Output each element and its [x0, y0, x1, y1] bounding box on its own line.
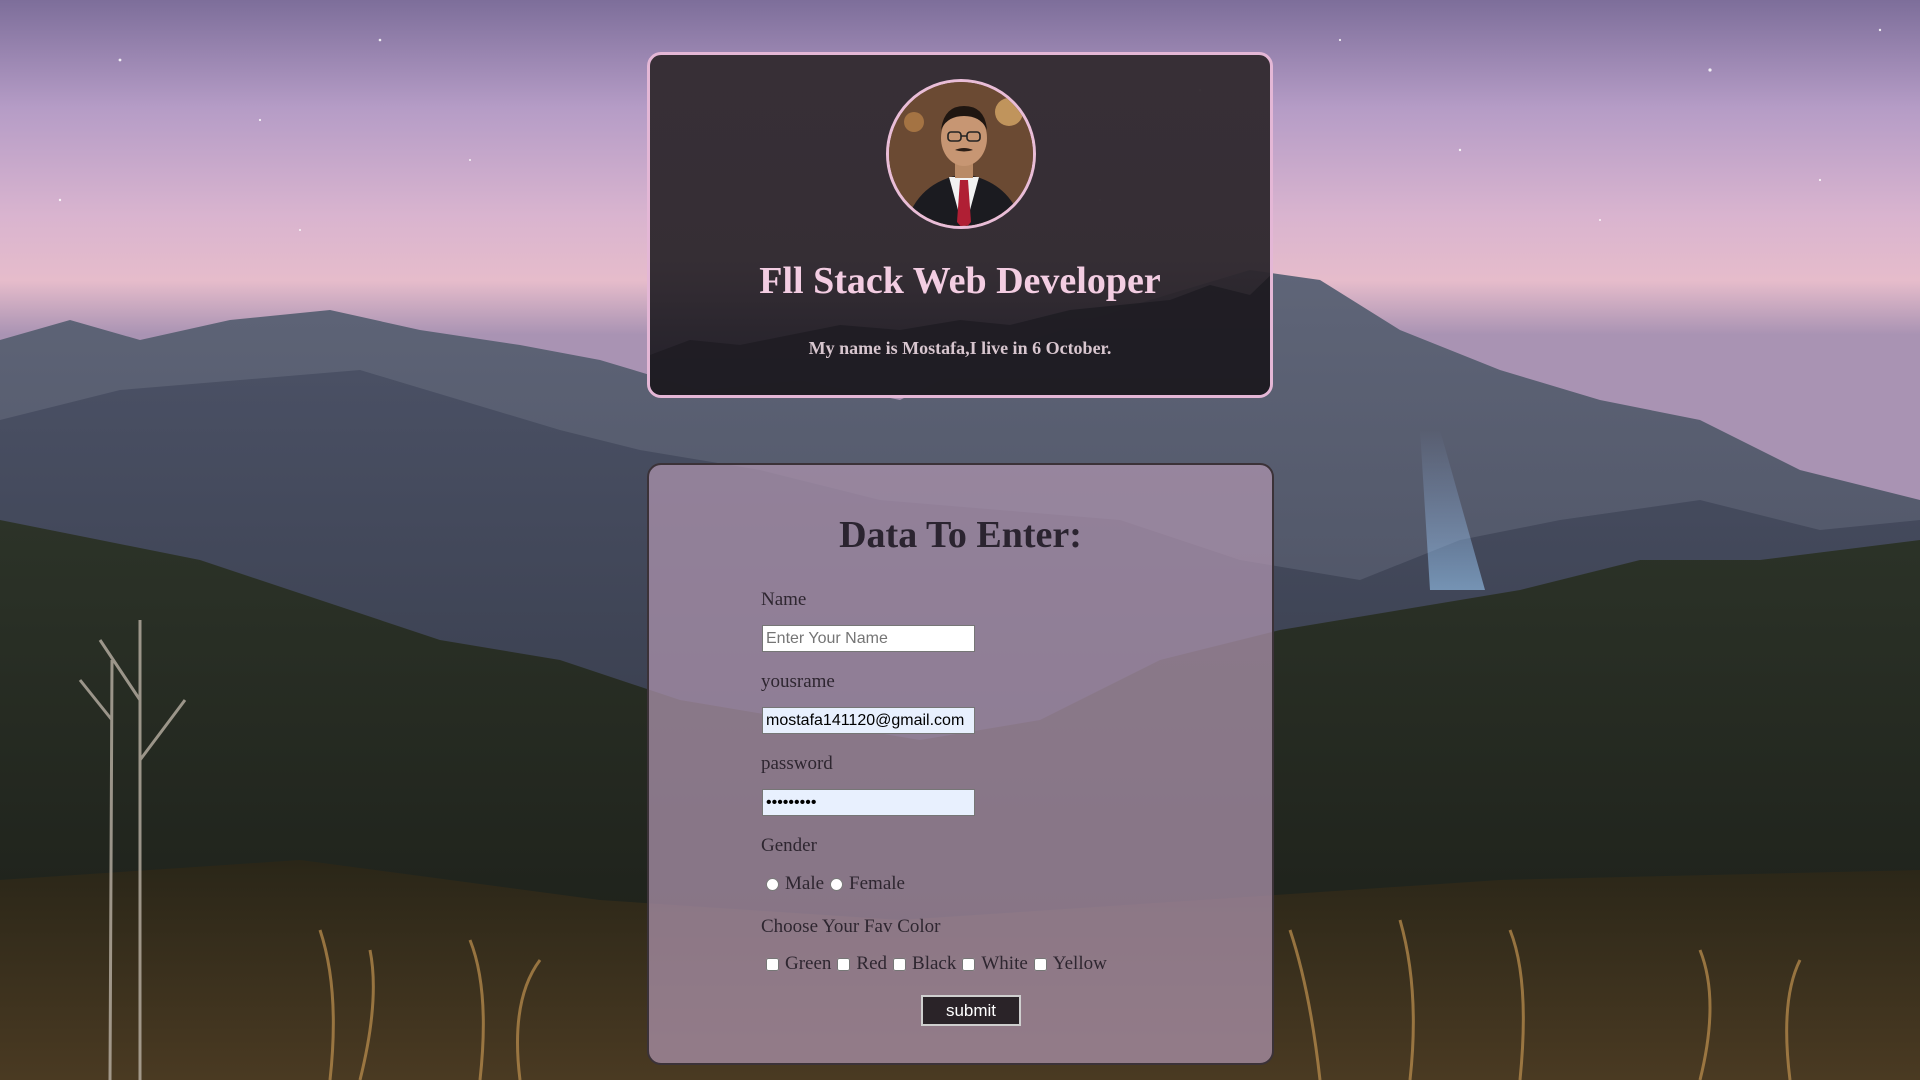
- black-label: Black: [912, 953, 957, 974]
- color-option-green[interactable]: Green: [766, 953, 831, 975]
- submit-button[interactable]: submit: [921, 995, 1021, 1026]
- color-option-white[interactable]: White: [962, 953, 1028, 975]
- female-label: Female: [849, 873, 905, 894]
- female-radio[interactable]: [830, 877, 844, 891]
- profile-subtitle: My name is Mostafa,I live in 6 October.: [808, 338, 1112, 358]
- profile-title: Fll Stack Web Developer: [759, 260, 1161, 302]
- color-option-black[interactable]: Black: [893, 953, 956, 975]
- form-title: Data To Enter:: [839, 514, 1082, 556]
- password-label: password: [761, 753, 833, 774]
- yellow-label: Yellow: [1052, 953, 1107, 974]
- yellow-checkbox[interactable]: [1033, 957, 1047, 971]
- white-checkbox[interactable]: [962, 957, 976, 971]
- color-option-red[interactable]: Red: [837, 953, 887, 975]
- green-checkbox[interactable]: [766, 957, 779, 971]
- green-label: Green: [785, 953, 832, 974]
- gender-option-male[interactable]: Male: [766, 873, 824, 895]
- name-input[interactable]: [762, 625, 975, 652]
- red-label: Red: [856, 953, 888, 974]
- color-option-yellow[interactable]: Yellow: [1033, 953, 1107, 975]
- white-label: White: [981, 953, 1028, 974]
- username-input[interactable]: [762, 707, 975, 734]
- gender-options: Male Female: [766, 873, 911, 895]
- profile-card: Fll Stack Web Developer My name is Mosta…: [647, 52, 1273, 398]
- color-label: Choose Your Fav Color: [761, 916, 941, 937]
- black-checkbox[interactable]: [893, 957, 907, 971]
- red-checkbox[interactable]: [837, 957, 851, 971]
- color-options: Green Red Black White Yellow: [766, 953, 1113, 975]
- password-input[interactable]: [762, 789, 975, 816]
- gender-label: Gender: [761, 835, 817, 856]
- profile-photo: [889, 82, 1033, 226]
- gender-option-female[interactable]: Female: [830, 873, 905, 895]
- username-label: yousrame: [761, 671, 835, 692]
- data-form-card: Data To Enter: Name yousrame password Ge…: [647, 463, 1274, 1065]
- male-label: Male: [785, 873, 825, 894]
- name-label: Name: [761, 589, 807, 610]
- profile-avatar: [886, 79, 1036, 229]
- male-radio[interactable]: [766, 877, 779, 891]
